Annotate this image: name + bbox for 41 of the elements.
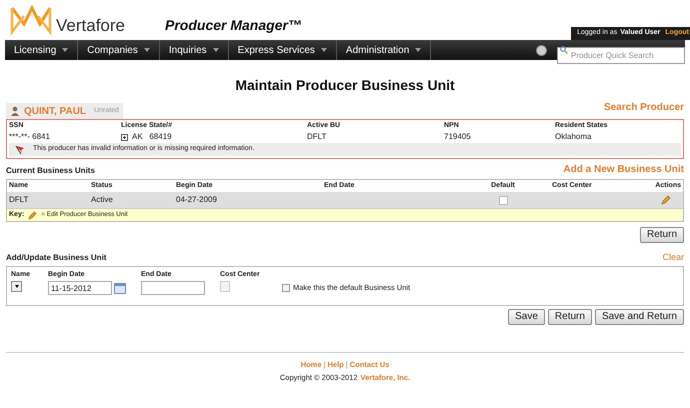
search-icon	[560, 46, 568, 54]
caret-icon	[212, 48, 219, 52]
field-value: 719405	[444, 131, 471, 143]
form-button[interactable]: Return	[640, 227, 684, 243]
nav-menu-item[interactable]: Licensing	[5, 40, 78, 60]
default-checkbox[interactable]	[282, 284, 290, 292]
form-button[interactable]: Save	[508, 309, 545, 325]
section-title: Current Business Units	[6, 165, 95, 177]
field-value: DFLT	[307, 131, 326, 143]
nav-menu-item[interactable]: Inquiries	[160, 40, 229, 60]
field-value: Oklahoma	[555, 131, 592, 143]
calendar-icon[interactable]	[114, 282, 126, 294]
begin-date-field[interactable]: 11-15-2012	[48, 281, 112, 295]
field-value: ***-**- 6841	[9, 131, 50, 143]
caret-icon	[415, 48, 422, 52]
nav-menu-item[interactable]: Express Services	[228, 40, 337, 60]
nav-menu-item[interactable]: Administration	[336, 40, 432, 60]
page-title: Maintain Producer Business Unit	[234, 76, 456, 94]
product-title: Producer Manager™	[165, 16, 302, 35]
caret-icon	[144, 48, 150, 52]
name-dropdown[interactable]	[11, 281, 22, 292]
end-date-field[interactable]	[141, 281, 205, 295]
pencil-icon	[28, 210, 38, 220]
form-button[interactable]: Save and Return	[594, 309, 684, 325]
person-icon	[10, 106, 20, 116]
expand-icon[interactable]	[121, 134, 128, 140]
table-cell-text: Active	[91, 194, 114, 206]
table-cell-text: 04-27-2009	[176, 194, 218, 206]
caret-icon	[320, 48, 327, 52]
logo-icon	[10, 4, 52, 36]
nav-menu-item[interactable]: Companies	[78, 40, 160, 60]
brand-name: Vertafore	[56, 17, 125, 34]
table-cell-text: DFLT	[9, 194, 30, 206]
quick-search-field[interactable]: Producer Quick Search	[557, 46, 685, 64]
producer-name: QUINT, PAUL	[24, 104, 86, 118]
caret-icon	[62, 48, 68, 52]
section-title: Add/Update Business Unit	[6, 252, 106, 264]
field-value: AK 68419	[132, 131, 172, 143]
form-button[interactable]: Return	[548, 309, 592, 325]
flag-icon	[15, 144, 25, 154]
pencil-icon[interactable]	[661, 195, 671, 205]
